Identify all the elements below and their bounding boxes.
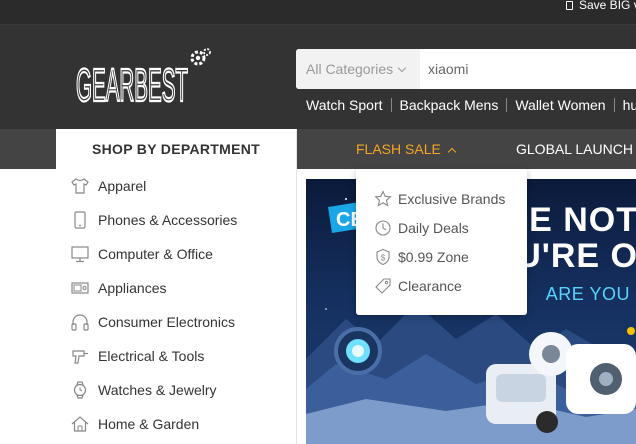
flash-item-label: Exclusive Brands bbox=[398, 191, 506, 207]
phone-icon bbox=[74, 211, 86, 229]
dept-item-label: Consumer Electronics bbox=[98, 314, 235, 330]
divider bbox=[390, 98, 392, 112]
promo-link[interactable]: Save BIG v bbox=[566, 0, 636, 12]
banner-subheadline: ARE YOU bbox=[545, 284, 630, 304]
nav-global-launch-label: GLOBAL LAUNCH bbox=[516, 141, 633, 157]
dept-item-label: Electrical & Tools bbox=[98, 348, 205, 364]
search-bar: All Categories bbox=[296, 49, 636, 89]
banner-headline-1: E NOT bbox=[529, 201, 636, 239]
promo-text: Save BIG v bbox=[579, 0, 636, 12]
phone-icon bbox=[566, 1, 573, 10]
divider bbox=[613, 98, 615, 112]
hot-search-link[interactable]: Backpack Mens bbox=[400, 97, 499, 113]
dept-item-label: Home & Garden bbox=[98, 416, 200, 432]
flash-item-label: Clearance bbox=[398, 278, 462, 294]
dept-item-label: Computer & Office bbox=[98, 246, 213, 262]
category-select-label: All Categories bbox=[306, 61, 394, 77]
portal-graphic bbox=[334, 327, 382, 375]
hot-search-link[interactable]: Watch Sport bbox=[306, 97, 383, 113]
category-select[interactable]: All Categories bbox=[296, 49, 420, 89]
top-bar: Save BIG v bbox=[0, 0, 636, 25]
headphones-icon bbox=[71, 314, 89, 331]
dept-item-label: Phones & Accessories bbox=[98, 212, 238, 228]
shield-dollar-icon: $ bbox=[376, 248, 390, 266]
home-icon bbox=[71, 416, 89, 432]
svg-text:$: $ bbox=[381, 254, 386, 263]
appliance-icon bbox=[71, 282, 89, 294]
gear-icon bbox=[190, 48, 211, 66]
shirt-icon bbox=[71, 178, 89, 194]
flash-item-label: $0.99 Zone bbox=[398, 249, 469, 265]
chevron-up-icon bbox=[447, 147, 457, 157]
monitor-icon bbox=[71, 246, 89, 263]
hot-search-link[interactable]: Wallet Women bbox=[515, 97, 605, 113]
nav-global-launch[interactable]: GLOBAL LAUNCH bbox=[516, 129, 633, 169]
chevron-down-icon bbox=[397, 63, 407, 73]
flash-item-label: Daily Deals bbox=[398, 220, 469, 236]
star-icon bbox=[374, 190, 392, 207]
department-menu-title: SHOP BY DEPARTMENT bbox=[92, 141, 260, 157]
clock-icon bbox=[375, 220, 391, 236]
watch-icon bbox=[73, 381, 87, 399]
search-input[interactable] bbox=[420, 49, 636, 89]
gearbest-logo[interactable]: GEARBEST bbox=[76, 43, 226, 113]
header: GEARBEST All Categories Watch Sport Backp… bbox=[0, 25, 636, 129]
department-menu: SHOP BY DEPARTMENT Apparel Phones & Acce… bbox=[56, 129, 297, 444]
drill-icon bbox=[72, 350, 88, 364]
divider bbox=[506, 98, 508, 112]
hot-search-links: Watch Sport Backpack Mens Wallet Women hu bbox=[306, 97, 636, 113]
logo-wordmark: GEARBEST bbox=[76, 59, 188, 111]
dept-item-label: Watches & Jewelry bbox=[98, 382, 217, 398]
nav-flash-sale-label: FLASH SALE bbox=[356, 141, 441, 157]
banner-headline-2: U'RE O bbox=[516, 237, 636, 275]
nav-flash-sale[interactable]: FLASH SALE bbox=[356, 129, 457, 169]
flash-sale-dropdown: Exclusive Brands Daily Deals $ $0.99 Zon… bbox=[356, 169, 527, 315]
dept-item-label: Appliances bbox=[98, 280, 167, 296]
dept-item-label: Apparel bbox=[98, 178, 147, 194]
tag-icon bbox=[375, 278, 391, 294]
hot-search-link[interactable]: hu bbox=[623, 97, 636, 113]
